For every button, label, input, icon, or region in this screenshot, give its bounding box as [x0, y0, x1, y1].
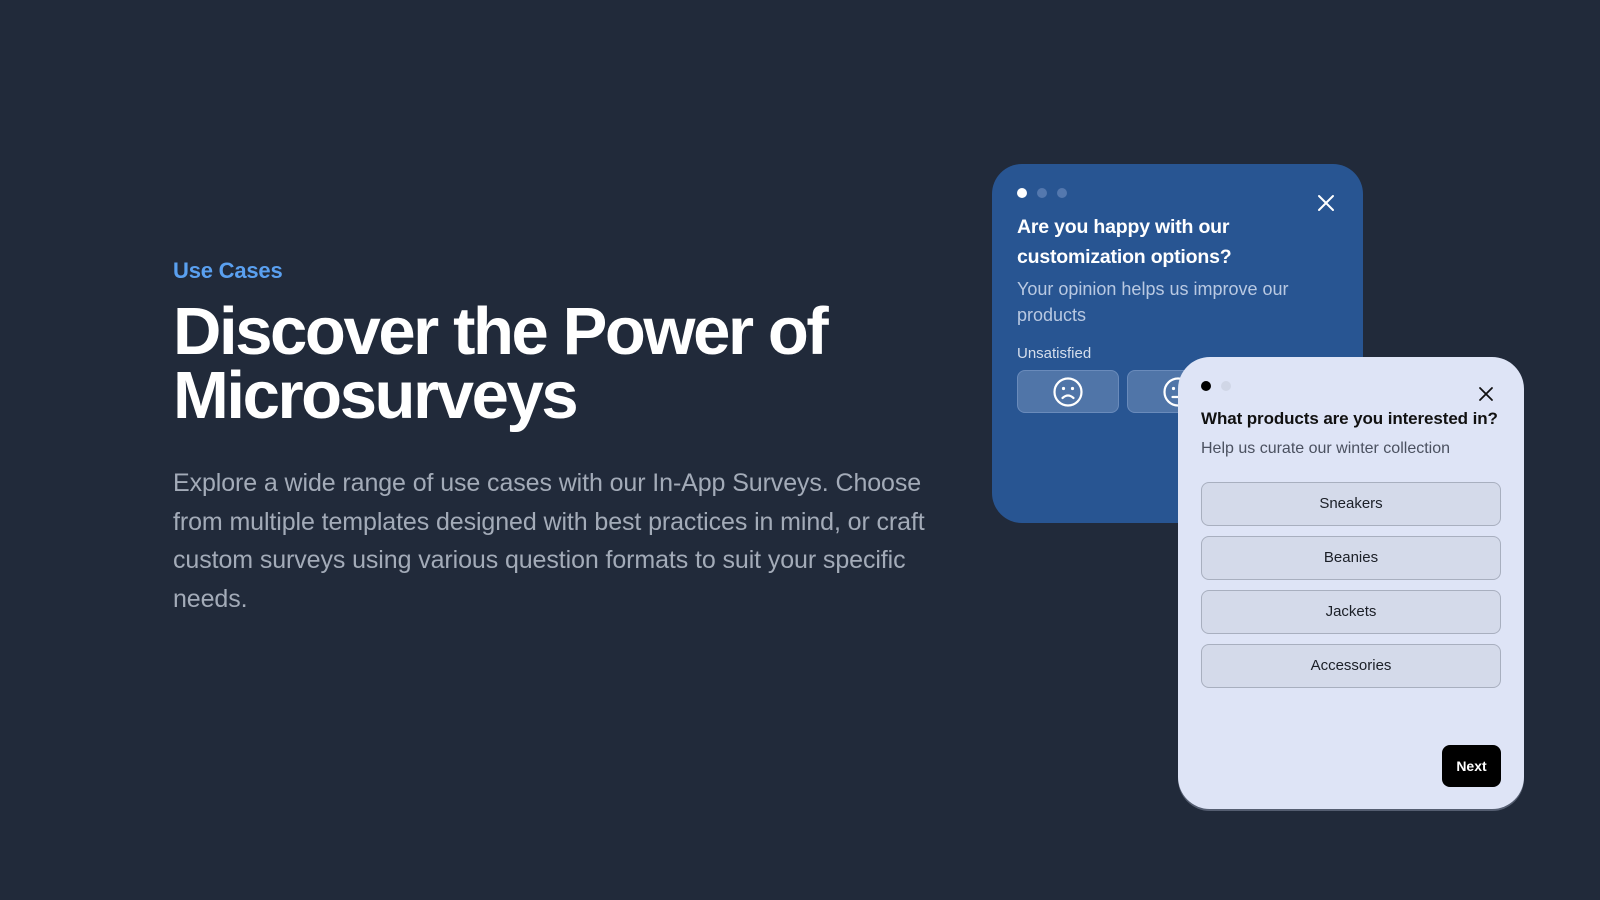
survey-question: What products are you interested in? — [1201, 409, 1498, 428]
section-eyebrow: Use Cases — [173, 258, 283, 283]
survey-question: Are you happy with our customization opt… — [1017, 216, 1232, 268]
option-sneakers[interactable]: Sneakers — [1201, 481, 1501, 526]
product-options: Sneakers Beanies Jackets Accessories — [1201, 481, 1501, 688]
step-dot — [1057, 188, 1067, 198]
step-indicator — [1201, 379, 1500, 393]
survey-subtitle: Help us curate our winter collection — [1201, 439, 1451, 457]
close-button[interactable] — [1315, 192, 1337, 214]
page: Use Cases Discover the Power of Microsur… — [0, 0, 1600, 900]
close-icon — [1318, 195, 1334, 211]
sad-face-icon — [1053, 376, 1083, 407]
hero-section: Use Cases Discover the Power of Microsur… — [173, 258, 933, 618]
rating-option-sad[interactable] — [1017, 370, 1119, 413]
product-survey-card: What products are you interested in? Hel… — [1178, 357, 1524, 809]
step-indicator — [1017, 186, 1339, 200]
step-dot-active — [1017, 188, 1027, 198]
close-icon — [1479, 387, 1493, 401]
step-dot — [1221, 381, 1231, 391]
option-accessories[interactable]: Accessories — [1201, 643, 1501, 688]
next-button[interactable]: Next — [1442, 745, 1501, 787]
option-beanies[interactable]: Beanies — [1201, 535, 1501, 580]
page-title: Discover the Power of Microsurveys — [173, 298, 933, 429]
step-dot — [1037, 188, 1047, 198]
hero-description: Explore a wide range of use cases with o… — [173, 469, 925, 613]
close-button[interactable] — [1475, 383, 1497, 405]
option-jackets[interactable]: Jackets — [1201, 589, 1501, 634]
step-dot-active — [1201, 381, 1211, 391]
headline-line-2: Microsurveys — [173, 358, 579, 433]
survey-subtitle: Your opinion helps us improve our produc… — [1017, 279, 1289, 325]
